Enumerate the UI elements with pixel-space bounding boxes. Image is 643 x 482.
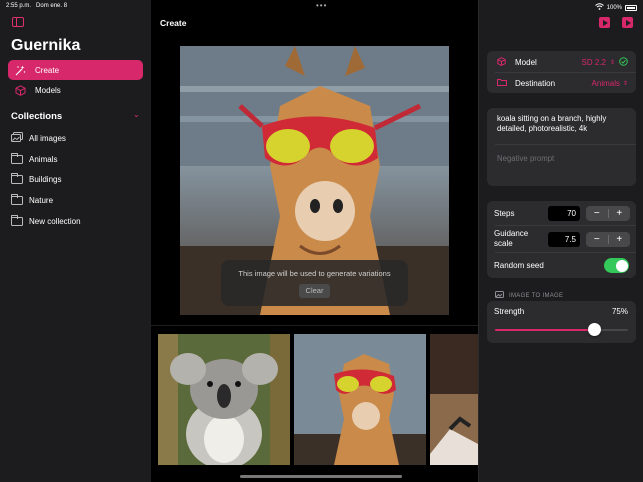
model-card: Model SD 2.2 ⇕ Destination Animals ⇕ — [487, 51, 636, 93]
chevron-updown-icon: ⇕ — [622, 80, 628, 87]
model-value[interactable]: SD 2.2 — [582, 58, 606, 67]
destination-label: Destination — [515, 78, 556, 88]
battery-percent: 100% — [606, 4, 622, 11]
photo-icon — [495, 291, 504, 300]
image-to-image-header: IMAGE TO IMAGE — [495, 291, 563, 300]
chevron-down-icon[interactable]: ⌄ — [133, 110, 140, 119]
thumbnail-partial[interactable] — [430, 334, 478, 465]
collection-label: All images — [29, 133, 66, 143]
collections-title: Collections — [11, 111, 63, 122]
folder-icon — [11, 152, 23, 164]
multitasking-dots-icon[interactable]: ••• — [316, 1, 327, 10]
row-separator — [495, 225, 636, 226]
collection-label: Nature — [29, 195, 54, 205]
koala-image — [158, 334, 290, 465]
image-to-image-title: IMAGE TO IMAGE — [509, 292, 564, 299]
steps-label: Steps — [494, 208, 515, 218]
folder-icon — [11, 172, 23, 184]
clear-button[interactable]: Clear — [299, 284, 330, 298]
sidebar-toggle-icon[interactable] — [12, 17, 24, 27]
guidance-input[interactable]: 7.5 — [548, 232, 580, 247]
generate-variation-icon[interactable] — [599, 17, 610, 28]
generated-images-strip[interactable] — [158, 334, 478, 465]
home-indicator — [240, 475, 402, 478]
wifi-icon — [594, 3, 604, 12]
collection-new[interactable]: New collection — [11, 214, 81, 228]
sidebar-item-label: Models — [35, 85, 61, 95]
model-row[interactable]: Model SD 2.2 ⇕ — [487, 52, 636, 72]
page-title: Create — [160, 18, 187, 28]
status-bar: 2:55 p.m. Dom ene. 8 ••• 100% — [0, 0, 643, 12]
row-separator — [495, 144, 636, 145]
folder-icon — [11, 193, 23, 205]
chevron-updown-icon: ⇕ — [609, 59, 615, 66]
decrement-button[interactable]: − — [586, 232, 608, 247]
slider-fill — [495, 329, 595, 331]
row-separator — [495, 252, 636, 253]
increment-button[interactable]: + — [609, 206, 631, 221]
cube-icon — [497, 56, 506, 68]
collection-nature[interactable]: Nature — [11, 193, 53, 207]
status-time: 2:55 p.m. Dom ene. 8 — [6, 3, 68, 9]
strength-slider[interactable] — [495, 323, 628, 336]
settings-panel: Model SD 2.2 ⇕ Destination Animals ⇕ koa… — [478, 0, 643, 482]
decrement-button[interactable]: − — [586, 206, 608, 221]
variation-notice: This image will be used to generate vari… — [221, 260, 408, 306]
giraffe-thumb-image — [294, 334, 426, 465]
strength-card: Strength 75% — [487, 301, 636, 343]
strength-label: Strength — [494, 307, 525, 316]
destination-value[interactable]: Animals — [592, 79, 620, 88]
app-title: Guernika — [11, 37, 81, 54]
collection-all-images[interactable]: All images — [11, 131, 66, 145]
partial-image — [430, 334, 478, 465]
strength-value: 75% — [611, 307, 628, 316]
main-content: Create This image will be used to genera… — [151, 0, 478, 482]
collection-label: Animals — [29, 154, 58, 164]
variation-notice-text: This image will be used to generate vari… — [238, 269, 391, 278]
prompt-card: koala sitting on a branch, highly detail… — [487, 108, 636, 186]
cube-icon — [14, 84, 26, 96]
thumbnail-koala[interactable] — [158, 334, 290, 465]
slider-thumb[interactable] — [588, 323, 602, 336]
checkmark-circle-icon — [619, 56, 628, 68]
prompt-field[interactable]: koala sitting on a branch, highly detail… — [497, 114, 627, 134]
folder-plus-icon — [11, 214, 23, 226]
random-seed-label: Random seed — [494, 260, 544, 270]
sidebar-item-label: Create — [35, 65, 60, 75]
increment-button[interactable]: + — [609, 232, 631, 247]
guidance-stepper[interactable]: − + — [586, 232, 630, 247]
negative-prompt-field[interactable]: Negative prompt — [497, 154, 554, 163]
collection-buildings[interactable]: Buildings — [11, 172, 61, 186]
divider — [151, 325, 478, 326]
collection-animals[interactable]: Animals — [11, 152, 57, 166]
destination-row[interactable]: Destination Animals ⇕ — [487, 73, 636, 93]
collection-label: Buildings — [29, 174, 62, 184]
sidebar-item-models[interactable]: Models — [8, 80, 143, 100]
model-label: Model — [515, 57, 537, 67]
folder-icon — [497, 78, 507, 88]
generate-icon[interactable] — [622, 17, 633, 28]
sidebar: Guernika Create Models Collections ⌄ All… — [0, 0, 151, 482]
parameters-card: Steps 70 − + Guidance scale 7.5 − + Rand… — [487, 201, 636, 278]
thumbnail-giraffe[interactable] — [294, 334, 426, 465]
sparkles-icon — [14, 64, 26, 76]
photo-stack-icon — [11, 132, 23, 144]
steps-stepper[interactable]: − + — [586, 206, 630, 221]
steps-input[interactable]: 70 — [548, 206, 580, 221]
battery-icon — [625, 4, 637, 11]
status-right: 100% — [594, 3, 637, 12]
collection-label: New collection — [29, 216, 81, 226]
sidebar-item-create[interactable]: Create — [8, 60, 143, 80]
random-seed-toggle[interactable] — [604, 258, 629, 273]
guidance-label: Guidance scale — [494, 229, 529, 248]
